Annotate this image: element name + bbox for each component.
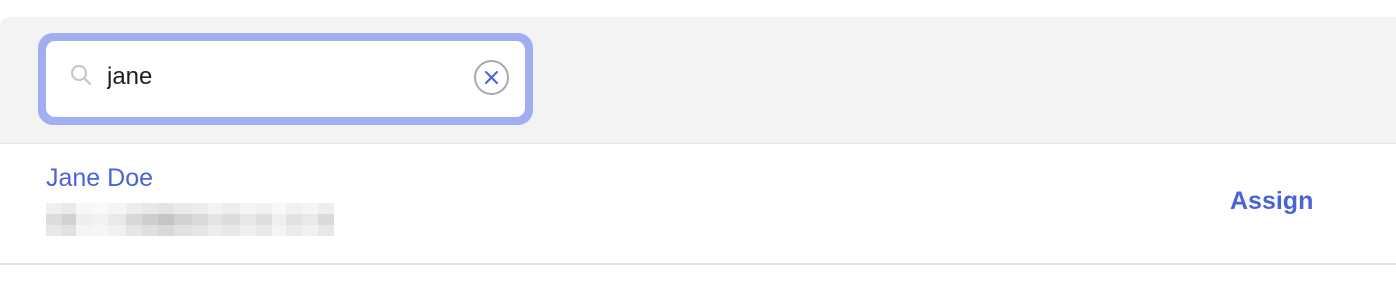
assign-button[interactable]: Assign [1230, 187, 1313, 216]
search-box-inner [46, 41, 525, 117]
search-input[interactable] [107, 55, 467, 99]
clear-search-button[interactable] [474, 60, 509, 95]
close-icon [485, 71, 498, 84]
redacted-detail [46, 203, 334, 236]
search-icon [69, 63, 93, 87]
search-header [0, 17, 1396, 144]
search-box [38, 33, 533, 125]
result-name-link[interactable]: Jane Doe [46, 164, 153, 193]
result-row: Jane Doe Assign [0, 144, 1396, 265]
